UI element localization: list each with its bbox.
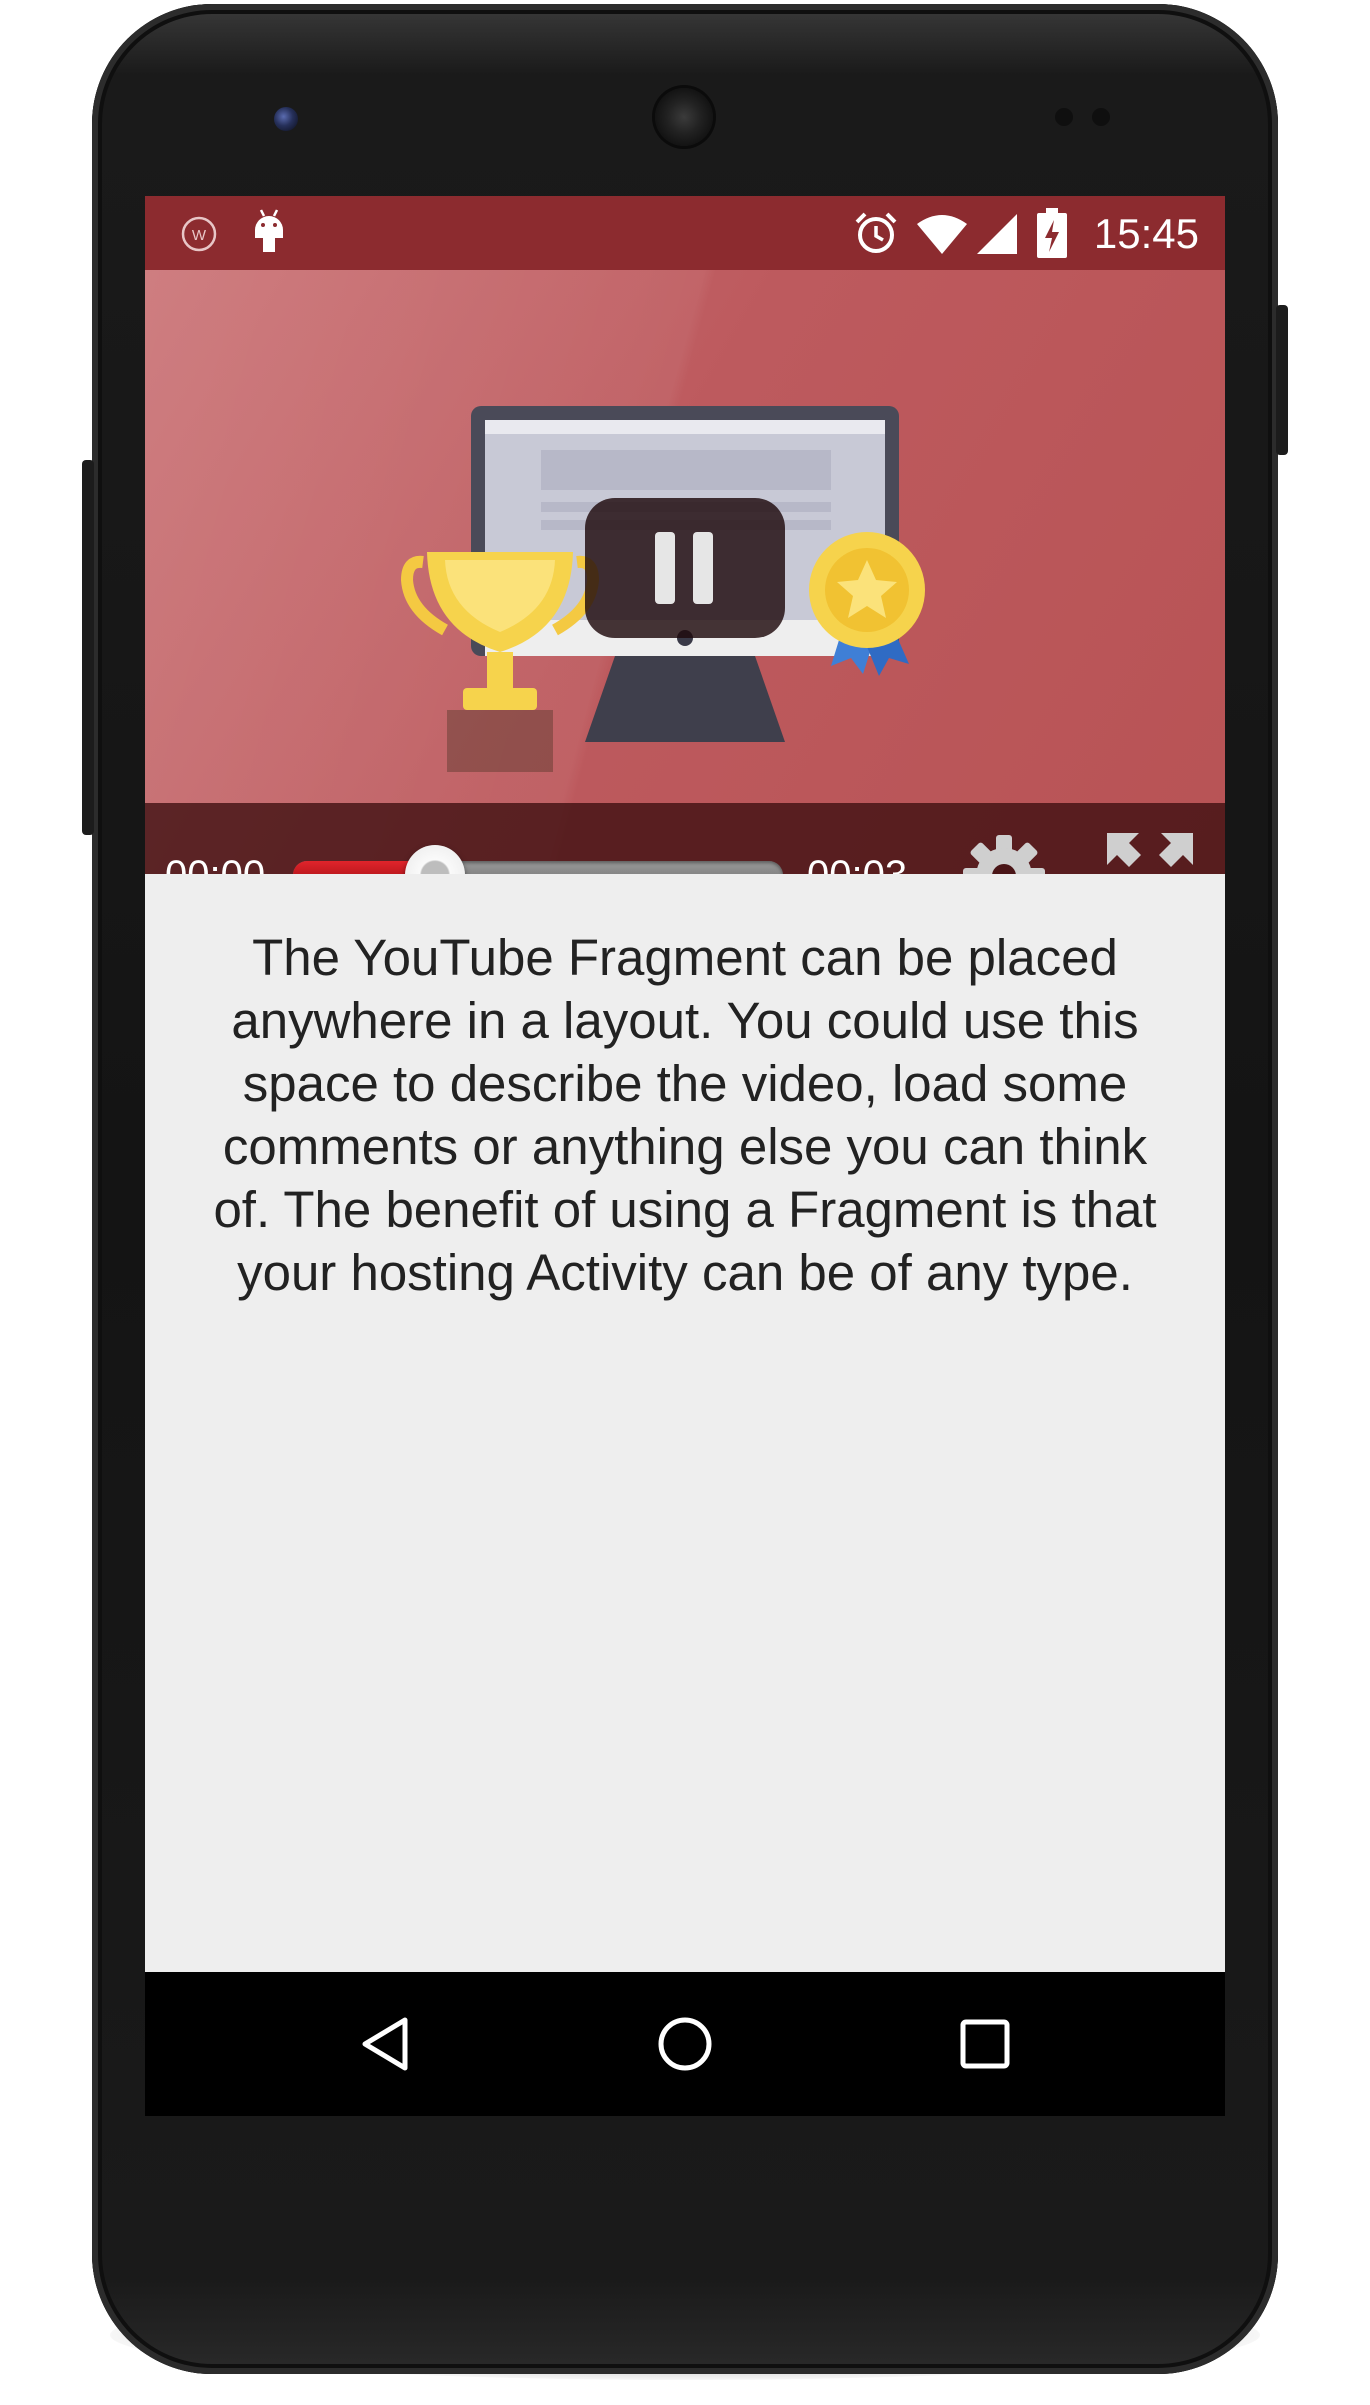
home-icon[interactable]	[655, 2014, 715, 2074]
video-description: The YouTube Fragment can be placed anywh…	[175, 926, 1195, 1304]
status-clock: 15:45	[1093, 210, 1199, 257]
volume-button	[82, 460, 94, 835]
svg-text:W: W	[192, 227, 207, 244]
back-icon[interactable]	[355, 2014, 415, 2074]
battery-charging-icon	[1037, 208, 1067, 258]
youtube-player[interactable]: 00:00 00:03	[145, 270, 1225, 874]
player-controls: 00:00 00:03	[145, 803, 1225, 874]
fullscreen-icon[interactable]	[1105, 831, 1195, 874]
seek-bar[interactable]	[293, 845, 783, 874]
status-bar: W 15:45	[145, 196, 1225, 270]
description-line: The YouTube Fragment can be placed	[252, 929, 1118, 986]
description-line: anywhere in a layout. You could use this	[231, 992, 1139, 1049]
alarm-icon	[855, 212, 897, 253]
description-line: comments or anything else you can think	[222, 1118, 1148, 1175]
description-line: of. The benefit of using a Fragment is t…	[213, 1181, 1157, 1238]
pause-icon	[655, 532, 675, 604]
recents-icon[interactable]	[955, 2014, 1015, 2074]
power-button	[1276, 305, 1288, 455]
android-icon	[255, 209, 283, 252]
navigation-bar	[145, 1972, 1225, 2116]
gear-icon[interactable]	[959, 831, 1049, 874]
proximity-sensor	[1055, 108, 1073, 126]
wifi-icon	[917, 215, 967, 254]
widget-icon: W	[181, 216, 217, 252]
front-camera	[274, 107, 298, 131]
light-sensor	[1092, 108, 1110, 126]
duration: 00:03	[807, 853, 907, 874]
description-line: space to describe the video, load some	[242, 1055, 1128, 1112]
pause-icon	[693, 532, 713, 604]
pause-button[interactable]	[585, 498, 785, 638]
seek-thumb[interactable]	[405, 845, 466, 874]
screen: W 15:45 The YouTube Fragment can be plac…	[145, 196, 1225, 2116]
signal-icon	[977, 214, 1017, 254]
earpiece-speaker	[655, 88, 713, 146]
description-line: your hosting Activity can be of any type…	[237, 1244, 1133, 1301]
current-time: 00:00	[165, 853, 265, 874]
